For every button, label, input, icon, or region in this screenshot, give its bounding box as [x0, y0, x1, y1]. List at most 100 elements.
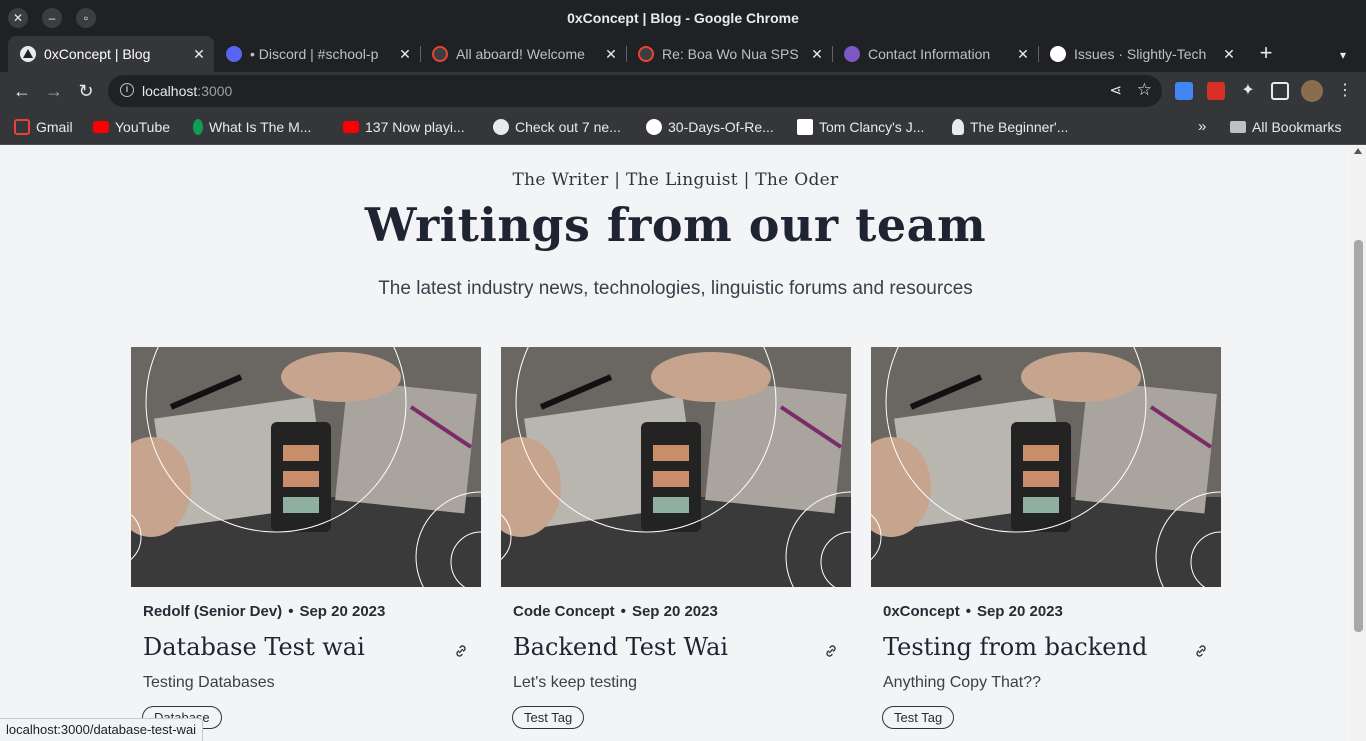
- tab-label: • Discord | #school-p: [250, 46, 379, 62]
- post-description: Anything Copy That??: [883, 674, 1042, 691]
- page-scrollbar[interactable]: [1351, 146, 1366, 741]
- tab-issues[interactable]: Issues · Slightly-Tech ✕: [1038, 36, 1244, 72]
- chrome-menu-icon[interactable]: ⋮: [1336, 82, 1354, 100]
- scrollbar-thumb[interactable]: [1354, 240, 1363, 632]
- back-arrow-icon[interactable]: ←: [10, 79, 34, 103]
- tab-blog[interactable]: 0xConcept | Blog ✕: [8, 36, 214, 72]
- post-description: Testing Databases: [143, 674, 275, 691]
- post-description: Let's keep testing: [513, 674, 638, 691]
- bookmark-check-out[interactable]: Check out 7 ne...: [493, 119, 621, 137]
- post-author: Redolf (Senior Dev): [143, 603, 283, 620]
- page-subtitle: The latest industry news, technologies, …: [378, 278, 973, 299]
- gmail-icon: [638, 46, 654, 62]
- bookmarks-bar: Gmail YouTube What Is The M... 137 Now p…: [0, 110, 1366, 145]
- tab-contact-information[interactable]: Contact Information ✕: [832, 36, 1039, 72]
- bookmark-what-is[interactable]: What Is The M...: [193, 119, 311, 137]
- post-thumbnail[interactable]: [131, 347, 481, 587]
- address-url[interactable]: localhost:3000: [142, 83, 232, 99]
- post-card[interactable]: Code Concept • Sep 20 2023 Backend Test Wa…: [501, 347, 851, 741]
- bookmark-30-days[interactable]: 30-Days-Of-Re...: [646, 119, 774, 137]
- post-date: Sep 20 2023: [631, 603, 718, 620]
- share-icon[interactable]: ⋖: [1109, 81, 1122, 99]
- post-tag[interactable]: Test Tag: [882, 706, 955, 729]
- triangle-logo-icon: [20, 46, 36, 62]
- meta-separator: •: [620, 603, 626, 620]
- post-author: Code Concept: [513, 603, 615, 620]
- tab-close-icon[interactable]: ✕: [602, 45, 620, 63]
- post-tag[interactable]: Test Tag: [512, 706, 585, 729]
- link-status-bubble: localhost:3000/database-test-wai: [0, 718, 204, 741]
- tab-close-icon[interactable]: ✕: [190, 45, 208, 63]
- address-bar[interactable]: i localhost:3000 ⋖ ☆: [108, 75, 1162, 107]
- site-info-icon[interactable]: i: [120, 83, 134, 97]
- leaf-icon: [193, 119, 203, 135]
- tab-all-aboard[interactable]: All aboard! Welcome ✕: [420, 36, 627, 72]
- youtube-icon: [343, 121, 359, 133]
- post-card[interactable]: Redolf (Senior Dev) • Sep 20 2023 Database…: [131, 347, 481, 741]
- post-title[interactable]: Database Test wai: [143, 633, 365, 661]
- tab-label: Issues · Slightly-Tech: [1074, 46, 1207, 62]
- post-date: Sep 20 2023: [976, 603, 1063, 620]
- post-thumbnail[interactable]: [871, 347, 1221, 587]
- link-icon[interactable]: [823, 643, 839, 659]
- gmail-icon: [432, 46, 448, 62]
- tab-label: 0xConcept | Blog: [44, 46, 151, 62]
- extensions-puzzle-icon[interactable]: ✦: [1239, 82, 1257, 100]
- new-tab-button[interactable]: +: [1254, 42, 1278, 66]
- reload-icon[interactable]: ↻: [74, 79, 98, 103]
- bookmark-label: Check out 7 ne...: [515, 119, 621, 135]
- red-extension-icon[interactable]: [1207, 82, 1225, 100]
- blog-page: The Writer | The Linguist | The Oder Wri…: [0, 146, 1351, 741]
- post-title[interactable]: Backend Test Wai: [513, 633, 728, 661]
- post-card[interactable]: 0xConcept • Sep 20 2023 Testing from backe…: [871, 347, 1221, 741]
- link-icon[interactable]: [1193, 643, 1209, 659]
- bookmark-gmail[interactable]: Gmail: [14, 119, 73, 137]
- side-panel-icon[interactable]: [1271, 82, 1289, 100]
- all-bookmarks-label: All Bookmarks: [1252, 119, 1342, 135]
- meta-separator: •: [965, 603, 971, 620]
- meta-separator: •: [288, 603, 294, 620]
- post-date: Sep 20 2023: [299, 603, 386, 620]
- bookmark-now-playing[interactable]: 137 Now playi...: [343, 119, 465, 137]
- post-author: 0xConcept: [883, 603, 960, 620]
- tab-close-icon[interactable]: ✕: [396, 45, 414, 63]
- window-title: 0xConcept | Blog - Google Chrome: [567, 10, 799, 26]
- post-meta: Code Concept • Sep 20 2023: [513, 603, 718, 620]
- person-icon: [952, 119, 964, 135]
- tab-strip: 0xConcept | Blog ✕ • Discord | #school-p…: [0, 36, 1366, 72]
- bookmarks-overflow-button[interactable]: »: [1198, 118, 1206, 135]
- docs-extension-icon[interactable]: [1175, 82, 1193, 100]
- scroll-up-arrow-icon[interactable]: [1354, 148, 1362, 154]
- all-bookmarks-button[interactable]: All Bookmarks: [1230, 119, 1341, 135]
- folder-icon: [1230, 121, 1246, 133]
- bookmark-label: Gmail: [36, 119, 73, 135]
- bookmark-label: 137 Now playi...: [365, 119, 465, 135]
- post-meta: 0xConcept • Sep 20 2023: [883, 603, 1063, 620]
- link-icon[interactable]: [453, 643, 469, 659]
- page-title: Writings from our team: [364, 198, 987, 252]
- post-title[interactable]: Testing from backend: [883, 633, 1147, 661]
- github-icon: [646, 119, 662, 135]
- tab-label: All aboard! Welcome: [456, 46, 585, 62]
- tab-boa-wo-nua[interactable]: Re: Boa Wo Nua SPS ✕: [626, 36, 833, 72]
- tab-close-icon[interactable]: ✕: [1014, 45, 1032, 63]
- bookmark-tom-clancy[interactable]: Tom Clancy's J...: [797, 119, 924, 137]
- tab-label: Contact Information: [868, 46, 991, 62]
- post-meta: Redolf (Senior Dev) • Sep 20 2023: [143, 603, 385, 620]
- form-icon: [844, 46, 860, 62]
- github-icon: [1050, 46, 1066, 62]
- bookmark-the-beginner[interactable]: The Beginner'...: [952, 119, 1068, 137]
- post-thumbnail[interactable]: [501, 347, 851, 587]
- bookmark-label: Tom Clancy's J...: [819, 119, 925, 135]
- bookmark-youtube[interactable]: YouTube: [93, 119, 170, 137]
- k-logo-icon: [797, 119, 813, 135]
- youtube-icon: [93, 121, 109, 133]
- hero-tagline: The Writer | The Linguist | The Oder: [512, 170, 839, 190]
- bookmark-star-icon[interactable]: ☆: [1137, 80, 1152, 100]
- tab-discord[interactable]: • Discord | #school-p ✕: [214, 36, 421, 72]
- tab-close-icon[interactable]: ✕: [1220, 45, 1238, 63]
- profile-avatar[interactable]: [1301, 80, 1323, 102]
- tab-close-icon[interactable]: ✕: [808, 45, 826, 63]
- forward-arrow-icon[interactable]: →: [42, 79, 66, 103]
- tab-search-chevron-icon[interactable]: ▾: [1332, 44, 1354, 66]
